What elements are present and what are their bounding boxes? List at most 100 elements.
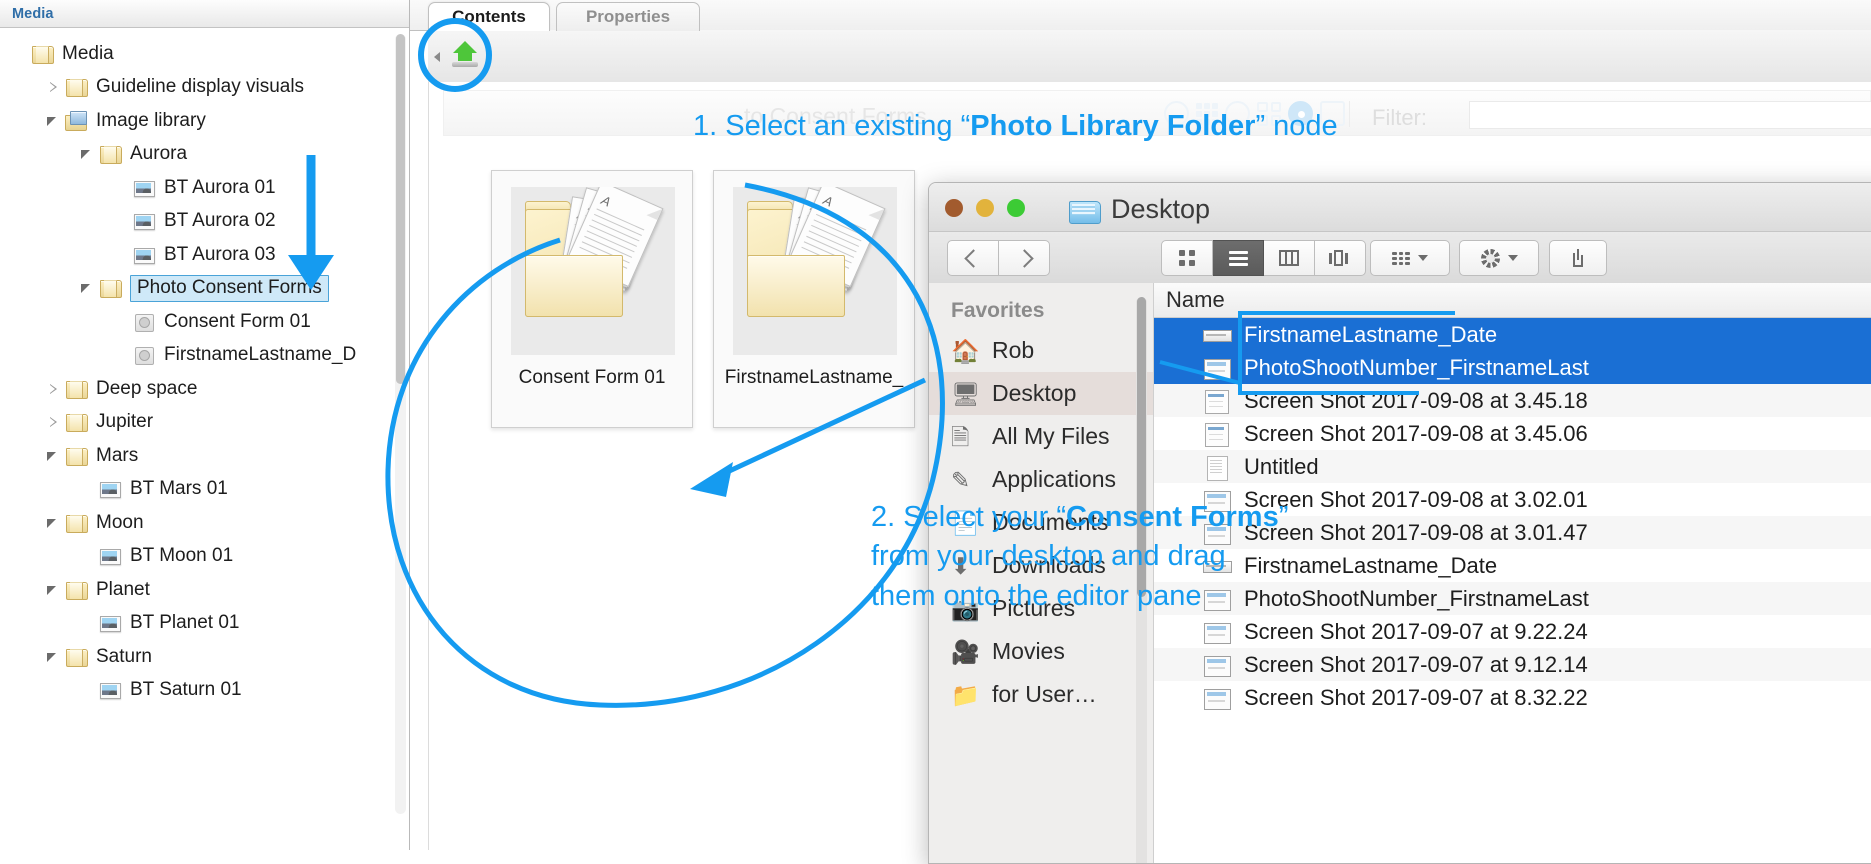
sidebar-item-rob[interactable]: 🏠 Rob [929, 329, 1153, 372]
share-button[interactable] [1549, 240, 1607, 276]
tree-item-aurora[interactable]: Aurora [0, 138, 409, 172]
view-mode-quad-icon[interactable] [1257, 101, 1281, 126]
tree-item-firstnamelastname-d[interactable]: FirstnameLastname_D [0, 339, 409, 373]
disclosure-expanded-icon[interactable] [46, 582, 62, 598]
filter-input[interactable] [1469, 101, 1871, 129]
action-menu-button[interactable] [1459, 240, 1539, 276]
tree-item-image-library[interactable]: Image library [0, 104, 409, 138]
tree-item-guideline-display-visuals[interactable]: Guideline display visuals [0, 71, 409, 105]
content-card-consent-form-01[interactable]: A A A Consent Form 01 [491, 170, 693, 428]
file-row[interactable]: FirstnameLastname_Date [1154, 549, 1871, 582]
forward-button[interactable] [999, 240, 1050, 276]
sidebar-item-for-user[interactable]: 📁 for User… [929, 673, 1153, 716]
sidebar-item-label: Desktop [992, 380, 1077, 406]
upload-button[interactable] [447, 38, 483, 74]
file-row[interactable]: Screen Shot 2017-09-07 at 8.32.22 [1154, 681, 1871, 714]
tree-item-label: Photo Consent Forms [130, 274, 329, 302]
disclosure-expanded-icon[interactable] [46, 515, 62, 531]
view-mode-selected-icon[interactable] [1288, 101, 1313, 126]
view-mode-square-icon[interactable] [1320, 101, 1345, 126]
disclosure-expanded-icon[interactable] [80, 146, 96, 162]
tree-item-bt-moon-01[interactable]: BT Moon 01 [0, 540, 409, 574]
column-header-name[interactable]: Name [1154, 283, 1871, 318]
upload-base-icon [452, 62, 478, 67]
media-tree-scroll[interactable]: Media Guideline display visuals Image libr… [0, 28, 409, 850]
sidebar-item-applications[interactable]: ✎ Applications [929, 458, 1153, 501]
content-card-firstnamelastname[interactable]: A A A FirstnameLastname_ [713, 170, 915, 428]
view-mode-2-icon[interactable] [1225, 101, 1250, 126]
file-row[interactable]: PhotoShootNumber_FirstnameLast [1154, 582, 1871, 615]
sidebar-item-all-my-files[interactable]: 🗎 All My Files [929, 415, 1153, 458]
scrollbar-thumb[interactable] [396, 34, 405, 384]
editor-tabstrip: Contents Properties [410, 0, 1871, 31]
file-row[interactable]: Screen Shot 2017-09-07 at 9.22.24 [1154, 615, 1871, 648]
finder-titlebar[interactable]: Desktop [929, 183, 1871, 232]
tree-item-bt-saturn-01[interactable]: BT Saturn 01 [0, 674, 409, 708]
disclosure-expanded-icon[interactable] [46, 649, 62, 665]
list-view-icon [1228, 250, 1248, 266]
photo-icon [133, 178, 156, 198]
arrange-button[interactable] [1370, 240, 1450, 276]
disclosure-collapsed-icon[interactable] [46, 414, 62, 430]
tree-item-label: Aurora [130, 143, 188, 165]
disclosure-collapsed-icon[interactable] [46, 381, 62, 397]
disclosure-expanded-icon[interactable] [46, 113, 62, 129]
file-row[interactable]: Screen Shot 2017-09-07 at 9.12.14 [1154, 648, 1871, 681]
tree-item-moon[interactable]: Moon [0, 506, 409, 540]
file-row[interactable]: Screen Shot 2017-09-08 at 3.45.18 [1154, 384, 1871, 417]
folder-with-papers-icon: A A A [511, 187, 675, 355]
tree-item-bt-mars-01[interactable]: BT Mars 01 [0, 473, 409, 507]
tree-item-bt-aurora-01[interactable]: BT Aurora 01 [0, 171, 409, 205]
file-row[interactable]: Untitled [1154, 450, 1871, 483]
view-mode-1-icon[interactable] [1164, 101, 1189, 126]
back-button[interactable] [947, 240, 999, 276]
tree-item-deep-space[interactable]: Deep space [0, 372, 409, 406]
folder-icon [31, 44, 54, 64]
media-panel: Media Media Guideline display visuals Imag… [0, 0, 410, 850]
scrollbar-thumb[interactable] [1137, 297, 1146, 597]
tab-properties[interactable]: Properties [556, 2, 700, 31]
node-icon [133, 345, 156, 366]
tree-item-photo-consent-forms[interactable]: Photo Consent Forms [0, 272, 409, 306]
view-mode-grid-icon[interactable] [1196, 102, 1218, 125]
tree-item-jupiter[interactable]: Jupiter [0, 406, 409, 440]
applications-icon: ✎ [951, 467, 971, 493]
list-view-button[interactable] [1213, 240, 1264, 276]
disclosure-collapsed-icon[interactable] [46, 79, 62, 95]
media-tree: Media Guideline display visuals Image libr… [0, 28, 409, 707]
tree-item-bt-aurora-02[interactable]: BT Aurora 02 [0, 205, 409, 239]
tree-item-mars[interactable]: Mars [0, 439, 409, 473]
column-view-button[interactable] [1264, 240, 1315, 276]
disclosure-expanded-icon[interactable] [80, 280, 96, 296]
sidebar-item-downloads[interactable]: ⬇ Downloads [929, 544, 1153, 587]
icon-view-button[interactable] [1161, 240, 1213, 276]
disclosure-expanded-icon[interactable] [46, 448, 62, 464]
sidebar-item-desktop[interactable]: 🖥 Desktop [929, 372, 1153, 415]
photo-icon [99, 479, 122, 499]
tree-item-consent-form-01[interactable]: Consent Form 01 [0, 305, 409, 339]
sidebar-item-documents[interactable]: 📄 Documents [929, 501, 1153, 544]
documents-icon: 📄 [951, 510, 980, 536]
file-row[interactable]: PhotoShootNumber_FirstnameLast [1154, 351, 1871, 384]
coverflow-view-button[interactable] [1315, 240, 1366, 276]
finder-window[interactable]: Desktop Favorites 🏠 Rob 🖥 Desktop 🗎 All … [928, 182, 1871, 864]
file-row[interactable]: FirstnameLastname_Date [1154, 318, 1871, 351]
tab-contents[interactable]: Contents [428, 2, 550, 31]
media-tree-scrollbar[interactable] [395, 34, 406, 814]
file-row[interactable]: Screen Shot 2017-09-08 at 3.45.06 [1154, 417, 1871, 450]
view-mode-toggles[interactable] [1164, 101, 1345, 126]
file-row[interactable]: Screen Shot 2017-09-08 at 3.01.47 [1154, 516, 1871, 549]
sidebar-item-movies[interactable]: 🎥 Movies [929, 630, 1153, 673]
file-row[interactable]: Screen Shot 2017-09-08 at 3.02.01 [1154, 483, 1871, 516]
tree-item-bt-planet-01[interactable]: BT Planet 01 [0, 607, 409, 641]
toolbar-overflow-caret-icon[interactable] [434, 52, 440, 62]
folder-icon [65, 412, 88, 433]
sidebar-scrollbar[interactable] [1136, 297, 1147, 863]
tree-item-planet[interactable]: Planet [0, 573, 409, 607]
tree-item-bt-aurora-03[interactable]: BT Aurora 03 [0, 238, 409, 272]
tree-item-saturn[interactable]: Saturn [0, 640, 409, 674]
sidebar-item-pictures[interactable]: 📷 Pictures [929, 587, 1153, 630]
tree-item-media[interactable]: Media [0, 37, 409, 71]
favorites-list: 🏠 Rob 🖥 Desktop 🗎 All My Files ✎ Applications 📄 D… [929, 329, 1153, 716]
